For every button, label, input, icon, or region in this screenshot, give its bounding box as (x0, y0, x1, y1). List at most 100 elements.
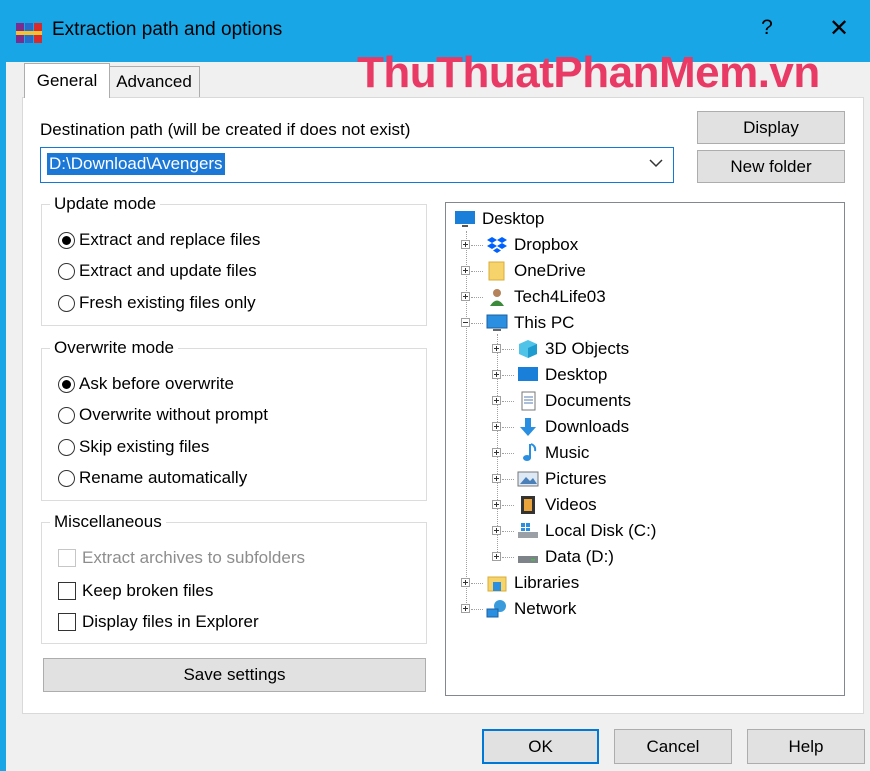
radio-button[interactable] (58, 231, 75, 249)
tab-advanced[interactable]: Advanced (108, 66, 200, 97)
radio-overwrite-without-prompt[interactable]: Overwrite without prompt (58, 405, 268, 425)
tree-line (502, 375, 514, 376)
radio-button[interactable] (58, 262, 75, 280)
help-button[interactable]: Help (747, 729, 865, 764)
tree-node-label: This PC (514, 313, 575, 332)
cancel-button[interactable]: Cancel (614, 729, 732, 764)
radio-button[interactable] (58, 438, 75, 456)
checkbox (58, 549, 76, 567)
tree-node-onedrive[interactable]: OneDrive (461, 259, 586, 283)
tab-general[interactable]: General (24, 63, 110, 98)
tree-node-this-pc[interactable]: This PC (461, 311, 574, 335)
expand-toggle[interactable] (492, 474, 501, 483)
expand-toggle[interactable] (461, 578, 470, 587)
winrar-app-icon (16, 23, 42, 43)
expand-toggle[interactable] (492, 500, 501, 509)
tree-node-documents[interactable]: Documents (492, 389, 631, 413)
checkbox[interactable] (58, 582, 76, 600)
expand-toggle[interactable] (461, 292, 470, 301)
tree-line (471, 583, 483, 584)
expand-toggle[interactable] (461, 266, 470, 275)
tree-node-dropbox[interactable]: Dropbox (461, 233, 578, 257)
radio-skip-existing[interactable]: Skip existing files (58, 437, 209, 457)
onedrive-folder-icon (488, 261, 505, 281)
radio-label: Overwrite without prompt (79, 405, 268, 424)
tree-node-label: Documents (545, 391, 631, 410)
computer-icon (486, 314, 508, 331)
tree-node-label: Libraries (514, 573, 580, 592)
help-title-button[interactable]: ? (752, 16, 782, 40)
chevron-down-icon[interactable] (647, 154, 665, 172)
expand-toggle[interactable] (492, 396, 501, 405)
tree-line (502, 427, 514, 428)
tree-node-label: Videos (545, 495, 597, 514)
expand-toggle[interactable] (492, 344, 501, 353)
expand-toggle[interactable] (492, 526, 501, 535)
radio-extract-update[interactable]: Extract and update files (58, 261, 257, 281)
tree-node-network[interactable]: Network (461, 597, 576, 621)
radio-label: Fresh existing files only (79, 293, 256, 312)
tree-line (471, 609, 483, 610)
documents-icon (521, 391, 536, 411)
destination-path-combobox[interactable]: D:\Download\Avengers (40, 147, 674, 183)
checkbox-display-in-explorer[interactable]: Display files in Explorer (58, 612, 259, 632)
pictures-icon (517, 471, 539, 487)
tree-node-desktop-root[interactable]: Desktop (454, 207, 544, 231)
expand-toggle[interactable] (492, 552, 501, 561)
tree-node-label: Music (545, 443, 590, 462)
radio-button[interactable] (58, 375, 75, 393)
checkbox-keep-broken-files[interactable]: Keep broken files (58, 581, 213, 601)
tree-node-libraries[interactable]: Libraries (461, 571, 579, 595)
tree-node-label: Desktop (545, 365, 608, 384)
window-frame-left (0, 0, 6, 771)
expand-toggle[interactable] (461, 240, 470, 249)
checkbox[interactable] (58, 613, 76, 631)
radio-fresh-existing[interactable]: Fresh existing files only (58, 293, 256, 313)
tree-line (471, 271, 483, 272)
folder-tree[interactable]: Desktop Dropbox OneDrive Tech4Life03 Thi… (445, 202, 845, 696)
radio-button[interactable] (58, 469, 75, 487)
overwrite-mode-group: Overwrite mode Ask before overwrite Over… (41, 338, 427, 501)
new-folder-button[interactable]: New folder (697, 150, 845, 183)
display-button[interactable]: Display (697, 111, 845, 144)
tree-line (502, 557, 514, 558)
radio-rename-automatically[interactable]: Rename automatically (58, 468, 247, 488)
tree-line (502, 349, 514, 350)
expand-toggle[interactable] (492, 448, 501, 457)
tree-node-pictures[interactable]: Pictures (492, 467, 606, 491)
tree-node-label: Dropbox (514, 235, 579, 254)
update-mode-title: Update mode (50, 194, 161, 214)
save-settings-button[interactable]: Save settings (43, 658, 426, 692)
miscellaneous-group: Miscellaneous Extract archives to subfol… (41, 512, 427, 644)
radio-button[interactable] (58, 406, 75, 424)
tree-node-videos[interactable]: Videos (492, 493, 597, 517)
tree-node-3d-objects[interactable]: 3D Objects (492, 337, 629, 361)
destination-path-value[interactable]: D:\Download\Avengers (47, 153, 225, 175)
radio-ask-before[interactable]: Ask before overwrite (58, 374, 234, 394)
checkbox-extract-to-subfolders: Extract archives to subfolders (58, 548, 305, 568)
tree-node-desktop[interactable]: Desktop (492, 363, 607, 387)
tree-line (471, 323, 483, 324)
expand-toggle[interactable] (461, 604, 470, 613)
update-mode-group: Update mode Extract and replace files Ex… (41, 194, 427, 326)
tree-node-label: Pictures (545, 469, 607, 488)
tree-node-label: 3D Objects (545, 339, 630, 358)
tree-node-user[interactable]: Tech4Life03 (461, 285, 606, 309)
desktop-icon (518, 367, 538, 381)
tree-node-downloads[interactable]: Downloads (492, 415, 629, 439)
tree-node-data-drive[interactable]: Data (D:) (492, 545, 614, 569)
tree-node-music[interactable]: Music (492, 441, 589, 465)
tree-node-local-disk[interactable]: Local Disk (C:) (492, 519, 656, 543)
tree-node-label: Desktop (482, 209, 545, 228)
close-button[interactable]: ✕ (822, 14, 856, 43)
collapse-toggle[interactable] (461, 318, 470, 327)
dropbox-icon (487, 237, 507, 253)
tree-line (502, 479, 514, 480)
ok-button[interactable]: OK (482, 729, 599, 764)
radio-button[interactable] (58, 294, 75, 312)
radio-extract-replace[interactable]: Extract and replace files (58, 230, 260, 250)
libraries-icon (487, 576, 507, 592)
expand-toggle[interactable] (492, 370, 501, 379)
expand-toggle[interactable] (492, 422, 501, 431)
tree-line (471, 297, 483, 298)
